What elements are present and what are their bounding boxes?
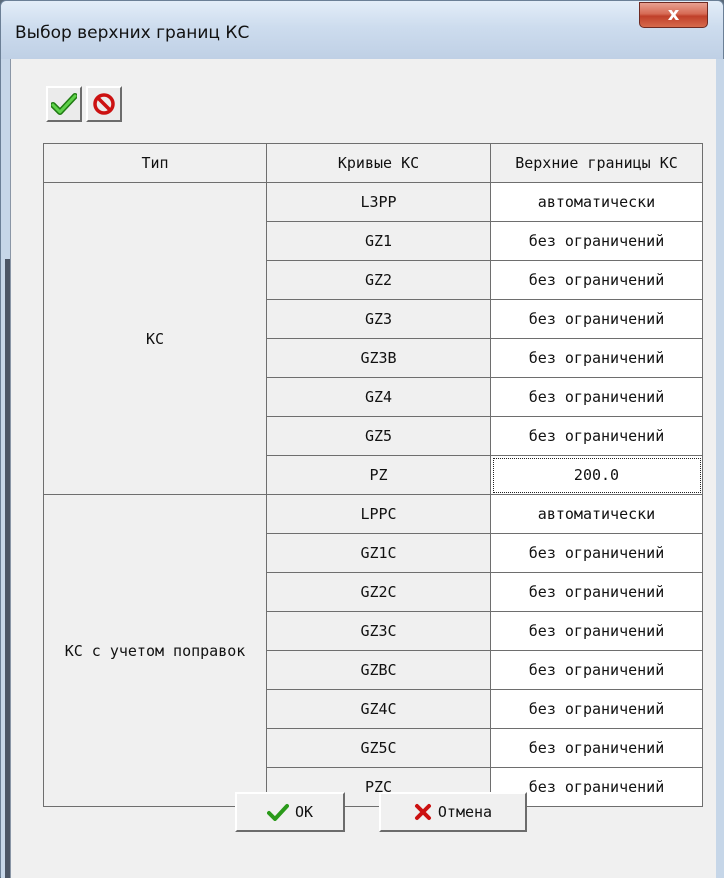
limit-cell[interactable]: без ограничений [490, 728, 703, 768]
ok-label: OK [294, 803, 314, 821]
curve-cell: GZ3B [266, 338, 491, 378]
curve-cell: GZ3C [266, 611, 491, 651]
x-icon [414, 803, 432, 821]
apply-toolbar-button[interactable] [46, 86, 82, 122]
limit-cell[interactable]: без ограничений [490, 689, 703, 729]
close-icon: x [667, 4, 680, 25]
limit-cell-selected[interactable]: 200.0 [490, 455, 703, 495]
header-curves: Кривые КС [266, 143, 491, 183]
curve-cell: LPPC [266, 494, 491, 534]
curve-cell: GZ1C [266, 533, 491, 573]
window-frame-left [1, 59, 10, 878]
window-frame-right [715, 59, 724, 878]
curve-cell: GZ4 [266, 377, 491, 417]
window-title: Выбор верхних границ КС [15, 23, 250, 43]
group-type-ks-corrected: КС с учетом поправок [43, 494, 267, 807]
curve-cell: GZ5 [266, 416, 491, 456]
limit-cell[interactable]: без ограничений [490, 533, 703, 573]
header-type: Тип [43, 143, 267, 183]
limit-cell[interactable]: без ограничений [490, 338, 703, 378]
green-check-icon [51, 93, 77, 115]
curve-cell: GZBC [266, 650, 491, 690]
curve-cell: GZ2C [266, 572, 491, 612]
curve-cell: GZ2 [266, 260, 491, 300]
curve-cell: GZ5C [266, 728, 491, 768]
check-icon [266, 803, 289, 821]
curve-cell: PZ [266, 455, 491, 495]
table-row: КС L3PP автоматически [43, 182, 703, 495]
limit-cell[interactable]: без ограничений [490, 377, 703, 417]
limit-cell[interactable]: автоматически [490, 494, 703, 534]
table-row: КС с учетом поправок LPPC автоматически [43, 494, 703, 807]
curve-limits-table: Тип Кривые КС Верхние границы КС КС L3PP… [43, 143, 703, 807]
table-header-row: Тип Кривые КС Верхние границы КС [43, 143, 703, 183]
curve-cell: L3PP [266, 182, 491, 222]
limit-cell[interactable]: без ограничений [490, 650, 703, 690]
red-prohibit-icon [93, 93, 115, 115]
curve-cell: GZ1 [266, 221, 491, 261]
curve-cell: GZ4C [266, 689, 491, 729]
ok-button[interactable]: OK [235, 792, 345, 832]
limit-cell[interactable]: без ограничений [490, 299, 703, 339]
dialog-window: Выбор верхних границ КС x Тип Кривые КС … [0, 0, 724, 878]
limit-cell[interactable]: без ограничений [490, 416, 703, 456]
limit-cell[interactable]: без ограничений [490, 260, 703, 300]
close-button[interactable]: x [639, 2, 708, 28]
header-upper-limits: Верхние границы КС [490, 143, 703, 183]
group-type-ks: КС [43, 182, 267, 495]
limit-cell[interactable]: без ограничений [490, 611, 703, 651]
limit-cell[interactable]: автоматически [490, 182, 703, 222]
cancel-toolbar-button[interactable] [86, 86, 122, 122]
dialog-client-area: Тип Кривые КС Верхние границы КС КС L3PP… [10, 59, 716, 878]
title-bar[interactable]: Выбор верхних границ КС x [1, 1, 723, 59]
curve-cell: GZ3 [266, 299, 491, 339]
limit-cell[interactable]: без ограничений [490, 221, 703, 261]
cancel-label: Отмена [437, 803, 493, 821]
limit-cell[interactable]: без ограничений [490, 572, 703, 612]
cancel-button[interactable]: Отмена [379, 792, 527, 832]
